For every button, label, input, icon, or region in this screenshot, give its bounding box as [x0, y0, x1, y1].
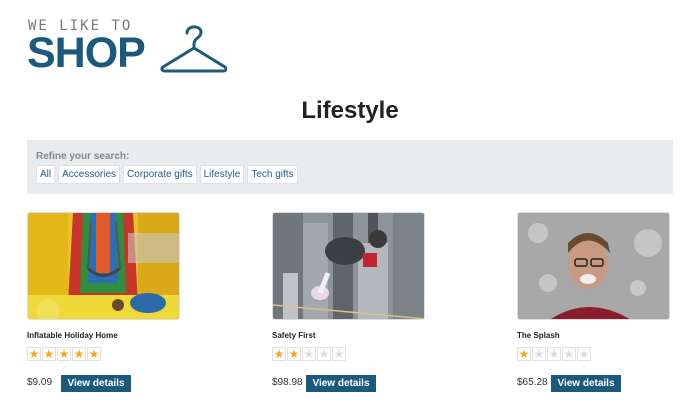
star-icon: ★ — [577, 347, 591, 361]
star-rating: ★ ★ ★ ★ ★ — [27, 347, 101, 361]
water-splash-face-image — [518, 213, 669, 319]
category-filter-links: All Accessories Corporate gifts Lifestyl… — [36, 165, 298, 184]
star-icon: ★ — [42, 347, 56, 361]
filter-link-tech-gifts[interactable]: Tech gifts — [247, 165, 298, 184]
hanger-icon — [160, 25, 227, 73]
filter-link-accessories[interactable]: Accessories — [58, 165, 121, 184]
refine-search-panel: Refine your search: All Accessories Corp… — [27, 140, 673, 194]
star-icon: ★ — [532, 347, 546, 361]
product-price: $65.28 — [517, 377, 548, 388]
star-icon: ★ — [332, 347, 346, 361]
star-icon: ★ — [562, 347, 576, 361]
product-price: $98.98 — [272, 377, 303, 388]
filter-link-all[interactable]: All — [36, 165, 56, 184]
product-image[interactable] — [517, 212, 670, 320]
product-price: $9.09 — [27, 377, 53, 388]
product-card: The Splash ★ ★ ★ ★ ★ $65.28 View details — [517, 212, 672, 392]
bouncy-castle-image — [28, 213, 179, 319]
star-icon: ★ — [517, 347, 531, 361]
refine-label: Refine your search: — [36, 151, 130, 162]
product-card: Inflatable Holiday Home ★ ★ ★ ★ ★ $9.09 … — [27, 212, 182, 392]
star-rating: ★ ★ ★ ★ ★ — [272, 347, 346, 361]
product-name[interactable]: Inflatable Holiday Home — [27, 331, 118, 340]
star-icon: ★ — [57, 347, 71, 361]
site-logo[interactable]: WE LIKE TO SHOP — [27, 17, 227, 77]
star-icon: ★ — [27, 347, 41, 361]
star-icon: ★ — [87, 347, 101, 361]
product-name[interactable]: Safety First — [272, 331, 316, 340]
filter-link-corporate-gifts[interactable]: Corporate gifts — [123, 165, 197, 184]
filter-link-lifestyle[interactable]: Lifestyle — [199, 165, 245, 184]
page-title: Lifestyle — [301, 97, 399, 124]
star-rating: ★ ★ ★ ★ ★ — [517, 347, 591, 361]
product-name[interactable]: The Splash — [517, 331, 560, 340]
product-image[interactable] — [272, 212, 425, 320]
star-icon: ★ — [72, 347, 86, 361]
star-icon: ★ — [287, 347, 301, 361]
star-icon: ★ — [317, 347, 331, 361]
view-details-button[interactable]: View details — [551, 375, 621, 392]
tightrope-city-image — [273, 213, 424, 319]
view-details-button[interactable]: View details — [61, 375, 131, 392]
product-card: Safety First ★ ★ ★ ★ ★ $98.98 View detai… — [272, 212, 427, 392]
star-icon: ★ — [302, 347, 316, 361]
view-details-button[interactable]: View details — [306, 375, 376, 392]
star-icon: ★ — [547, 347, 561, 361]
logo-wordmark: SHOP — [27, 29, 146, 77]
star-icon: ★ — [272, 347, 286, 361]
product-image[interactable] — [27, 212, 180, 320]
